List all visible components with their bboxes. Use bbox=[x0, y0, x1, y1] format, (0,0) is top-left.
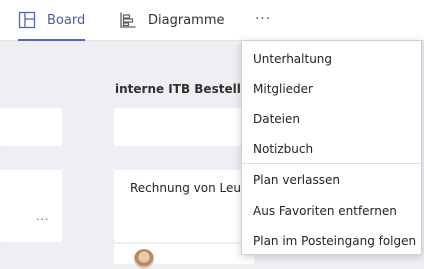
menu-divider bbox=[242, 163, 421, 164]
tab-active-indicator bbox=[18, 39, 86, 41]
top-tab-bar: Board Diagramme ··· bbox=[0, 0, 424, 41]
task-card[interactable] bbox=[0, 170, 62, 242]
avatar bbox=[134, 249, 154, 269]
add-task-card[interactable] bbox=[114, 108, 254, 146]
menu-item-leave-plan[interactable]: Plan verlassen bbox=[242, 165, 421, 195]
more-options-menu: Unterhaltung Mitglieder Dateien Notizbuc… bbox=[241, 40, 422, 255]
board-icon bbox=[18, 11, 36, 29]
task-title[interactable]: Rechnung von Leuc bbox=[130, 181, 248, 195]
tab-board[interactable]: Board bbox=[18, 0, 86, 41]
menu-item-members[interactable]: Mitglieder bbox=[242, 74, 421, 104]
card-more-icon[interactable]: ... bbox=[36, 210, 50, 223]
tab-diagrams[interactable]: Diagramme bbox=[119, 0, 224, 40]
tab-diagrams-label: Diagramme bbox=[148, 12, 225, 28]
bucket-title[interactable]: interne ITB Bestellun bbox=[115, 82, 258, 96]
menu-item-notebook[interactable]: Notizbuch bbox=[242, 134, 421, 164]
menu-item-remove-favorite[interactable]: Aus Favoriten entfernen bbox=[242, 196, 421, 226]
menu-item-files[interactable]: Dateien bbox=[242, 104, 421, 134]
menu-item-conversation[interactable]: Unterhaltung bbox=[242, 44, 421, 74]
more-options-button[interactable]: ··· bbox=[250, 8, 276, 30]
chart-icon bbox=[119, 11, 137, 29]
menu-item-follow-in-inbox[interactable]: Plan im Posteingang folgen bbox=[242, 226, 421, 256]
task-card[interactable] bbox=[0, 108, 62, 146]
tab-board-label: Board bbox=[47, 12, 86, 28]
